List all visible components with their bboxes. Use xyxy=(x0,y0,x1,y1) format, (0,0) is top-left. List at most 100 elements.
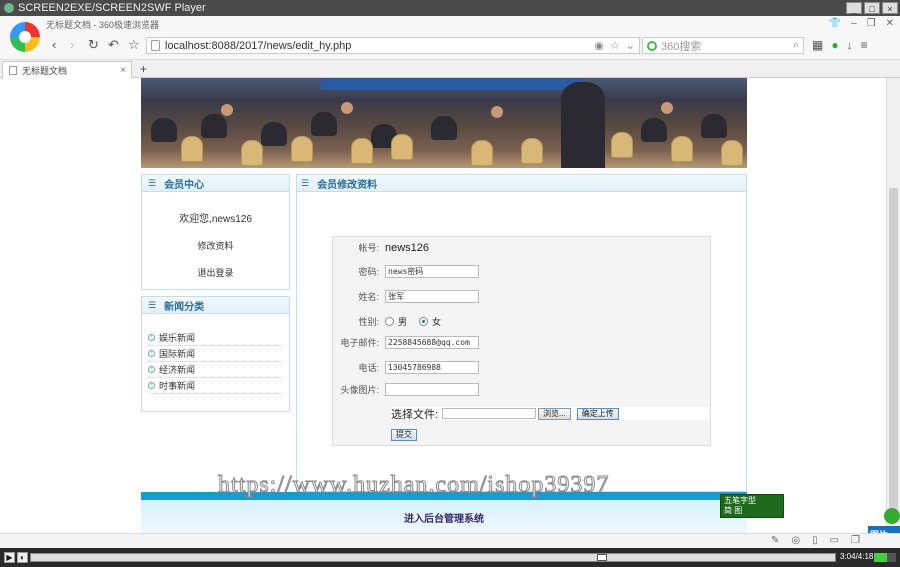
seek-bar[interactable] xyxy=(30,553,836,562)
url-text[interactable]: localhost:8088/2017/news/edit_hy.php xyxy=(165,40,351,52)
dropdown-icon[interactable]: ⌄ xyxy=(626,39,635,52)
list-bullet-icon: ☰ xyxy=(148,299,157,310)
minimize-button[interactable]: _ xyxy=(846,2,862,14)
phone-input[interactable]: 13045786988 xyxy=(385,361,479,374)
avatar-input[interactable] xyxy=(385,383,479,396)
gender-male-radio[interactable] xyxy=(385,317,394,326)
avatar-row: 头像图片: xyxy=(333,383,712,396)
ime-mode: 五笔字型 xyxy=(724,496,756,505)
admin-link[interactable]: 进入后台管理系统 xyxy=(404,510,484,525)
logout-link[interactable]: 退出登录 xyxy=(142,266,289,279)
download-icon[interactable]: ↓ xyxy=(847,38,853,52)
news-category-panel: ☰ 新闻分类 › 娱乐新闻 › 国际新闻 › 经济新闻 › 时事新闻 xyxy=(141,296,290,412)
star-icon[interactable]: ☆ xyxy=(128,38,140,52)
extension-icon[interactable]: ● xyxy=(831,38,838,52)
trash-icon[interactable]: ▯ xyxy=(812,535,818,546)
banner-head xyxy=(491,106,503,118)
ime-widget[interactable]: 五笔字型 简 图 xyxy=(720,494,784,518)
undo-icon[interactable]: ↶ xyxy=(108,38,119,52)
bookmark-star-icon[interactable]: ☆ xyxy=(610,39,620,52)
news-category-label[interactable]: 娱乐新闻 xyxy=(159,331,195,344)
player-app-icon xyxy=(4,3,14,13)
window-icon[interactable]: ❐ xyxy=(851,535,860,546)
play-icon[interactable]: ▶ xyxy=(4,552,15,563)
camera-icon[interactable]: ◎ xyxy=(791,535,800,546)
gender-female-label: 女 xyxy=(432,317,442,327)
page-scrollbar[interactable] xyxy=(886,78,900,548)
tab-bar: 无标题文档 × + xyxy=(0,60,900,78)
submit-button[interactable]: 提交 xyxy=(391,429,417,441)
tab-close-icon[interactable]: × xyxy=(120,65,126,76)
close-icon[interactable]: ✕ xyxy=(886,18,894,29)
banner-chair xyxy=(241,140,263,166)
search-bar[interactable]: 360搜索 ⌕ xyxy=(642,37,804,54)
banner-head xyxy=(221,104,233,116)
news-category-list: › 娱乐新闻 › 国际新闻 › 经济新闻 › 时事新闻 xyxy=(142,330,289,394)
gender-female-radio[interactable] xyxy=(419,317,429,326)
search-engine-icon xyxy=(647,40,657,51)
email-input[interactable]: 2258845688@qq.com xyxy=(385,336,479,349)
password-input[interactable]: news密码 xyxy=(385,265,479,278)
player-controls: ▶ ◐ 3:04/4:18 xyxy=(0,548,900,567)
address-icons: ◉ ☆ ⌄ xyxy=(594,39,639,52)
banner-image xyxy=(141,78,747,168)
news-category-label[interactable]: 经济新闻 xyxy=(159,363,195,376)
options-icon[interactable]: ◐ xyxy=(17,552,28,563)
news-category-item[interactable]: › 娱乐新闻 xyxy=(148,330,283,346)
new-tab-button[interactable]: + xyxy=(140,62,147,76)
maximize-button[interactable]: □ xyxy=(864,2,880,14)
news-category-label[interactable]: 时事新闻 xyxy=(159,379,195,392)
watermark-text: https://www.huzhan.com/ishop39397 xyxy=(217,472,610,499)
welcome-text: 欢迎您,news126 xyxy=(179,214,252,225)
tab-current[interactable]: 无标题文档 × xyxy=(2,61,132,78)
banner-chair xyxy=(291,136,313,162)
banner-figure xyxy=(701,114,727,138)
shirt-icon[interactable]: 👕 xyxy=(829,18,841,29)
browser-toolbar: 无标题文档 - 360极速浏览器 👕 – ❐ ✕ ‹ › ↻ ↶ ☆ local… xyxy=(0,16,900,60)
close-button[interactable]: × xyxy=(882,2,898,14)
file-path-box[interactable] xyxy=(442,408,537,419)
volume-slider[interactable] xyxy=(874,553,896,562)
name-input[interactable]: 张军 xyxy=(385,290,479,303)
apps-icon[interactable]: ▦ xyxy=(812,38,823,52)
profile-form: 帐号: news126 密码: news密码 姓名: 张军 性别: 男 女 电子… xyxy=(332,236,711,446)
forward-icon[interactable]: › xyxy=(70,38,74,52)
restore-icon[interactable]: ❐ xyxy=(867,18,876,29)
news-category-item[interactable]: › 经济新闻 xyxy=(148,362,283,378)
reload-icon[interactable]: ↻ xyxy=(88,38,99,52)
pin-icon[interactable]: ✎ xyxy=(771,535,779,546)
avatar-label: 头像图片: xyxy=(340,385,379,395)
search-input[interactable]: 360搜索 xyxy=(661,38,701,54)
ime-options: 简 图 xyxy=(724,506,743,515)
banner-figure xyxy=(431,116,457,140)
account-value: news126 xyxy=(385,241,430,254)
news-category-label[interactable]: 国际新闻 xyxy=(159,347,195,360)
banner-head xyxy=(341,102,353,114)
status-icons: ✎ ◎ ▯ ▭ ❐ xyxy=(771,535,860,546)
banner-chair xyxy=(471,140,493,166)
search-icon[interactable]: ⌕ xyxy=(793,39,799,52)
edit-profile-link[interactable]: 修改资料 xyxy=(142,239,289,252)
banner-chair xyxy=(671,136,693,162)
arrow-right-icon: › xyxy=(148,350,155,357)
news-category-item[interactable]: › 时事新闻 xyxy=(148,378,283,394)
banner-chair xyxy=(521,138,543,164)
upload-button[interactable]: 确定上传 xyxy=(576,407,619,420)
password-row: 密码: news密码 xyxy=(333,265,712,278)
back-icon[interactable]: ‹ xyxy=(52,38,56,52)
address-bar[interactable]: localhost:8088/2017/news/edit_hy.php ◉ ☆… xyxy=(146,37,640,54)
browser-status-bar: ✎ ◎ ▯ ▭ ❐ xyxy=(0,533,900,548)
banner-chair xyxy=(181,136,203,162)
browse-button[interactable]: 浏览... xyxy=(538,407,571,420)
floating-assistant-icon[interactable] xyxy=(884,508,900,524)
scrollbar-thumb[interactable] xyxy=(889,188,898,518)
news-category-title: 新闻分类 xyxy=(164,301,205,313)
tablet-icon[interactable]: ▭ xyxy=(830,535,839,546)
menu-icon[interactable]: ≡ xyxy=(861,38,868,52)
news-category-item[interactable]: › 国际新闻 xyxy=(148,346,283,362)
seek-thumb[interactable] xyxy=(597,554,607,561)
phone-row: 电话: 13045786988 xyxy=(333,361,712,374)
shield-icon[interactable]: ◉ xyxy=(594,39,604,52)
account-row: 帐号: news126 xyxy=(333,241,712,254)
minimize-icon[interactable]: – xyxy=(851,18,857,29)
